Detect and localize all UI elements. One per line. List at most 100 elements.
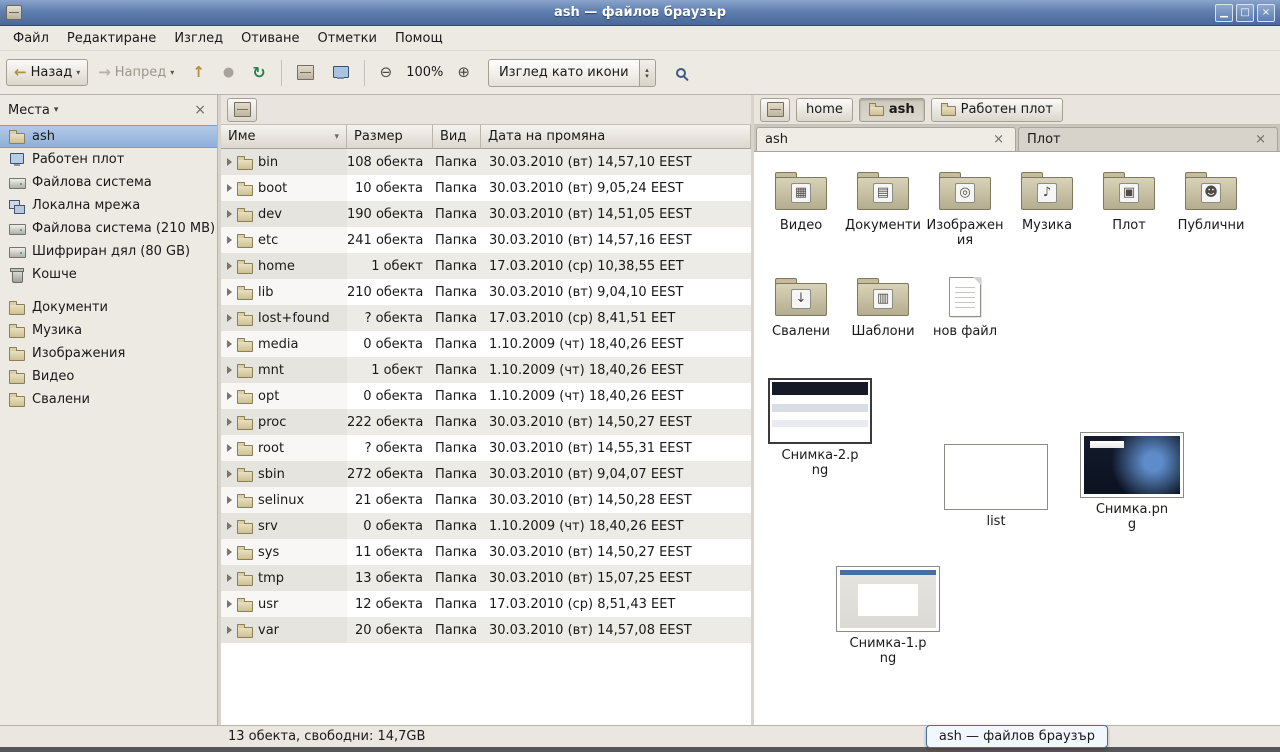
sidebar-item[interactable]: Работен плот xyxy=(0,148,217,171)
table-row[interactable]: lib 210 обекта Папка 30.03.2010 (вт) 9,0… xyxy=(221,279,751,305)
sidebar-item[interactable]: Видео xyxy=(0,365,217,388)
table-row[interactable]: selinux 21 обекта Папка 30.03.2010 (вт) … xyxy=(221,487,751,513)
expander-icon[interactable] xyxy=(227,314,232,322)
expander-icon[interactable] xyxy=(227,470,232,478)
expander-icon[interactable] xyxy=(227,262,232,270)
zoom-out-button[interactable]: ⊖ xyxy=(372,59,401,86)
sidebar-item[interactable]: Музика xyxy=(0,319,217,342)
table-row[interactable]: lost+found ? обекта Папка 17.03.2010 (ср… xyxy=(221,305,751,331)
table-row[interactable]: sbin 272 обекта Папка 30.03.2010 (вт) 9,… xyxy=(221,461,751,487)
loose-file-item[interactable]: list xyxy=(960,444,1032,529)
tab-close-button[interactable]: × xyxy=(1252,133,1269,146)
close-button[interactable]: × xyxy=(1257,4,1275,22)
expander-icon[interactable] xyxy=(227,392,232,400)
path-button[interactable]: home xyxy=(796,98,853,122)
expander-icon[interactable] xyxy=(227,548,232,556)
table-row[interactable]: sys 11 обекта Папка 30.03.2010 (вт) 14,5… xyxy=(221,539,751,565)
menu-item[interactable]: Файл xyxy=(4,28,58,49)
view-mode-select[interactable]: Изглед като икони ▴ ▾ xyxy=(488,59,656,87)
menu-item[interactable]: Изглед xyxy=(165,28,232,49)
sidebar-title[interactable]: Места xyxy=(8,103,50,118)
path-root-button[interactable] xyxy=(760,98,790,122)
expander-icon[interactable] xyxy=(227,366,232,374)
home-button[interactable] xyxy=(289,59,322,86)
expander-icon[interactable] xyxy=(227,288,232,296)
column-header-name[interactable]: Име ▾ xyxy=(221,125,347,149)
tab[interactable]: ash × xyxy=(756,127,1016,151)
expander-icon[interactable] xyxy=(227,600,232,608)
icon-grid-item[interactable]: ♪ Музика xyxy=(1006,168,1088,233)
expander-icon[interactable] xyxy=(227,340,232,348)
table-row[interactable]: root ? обекта Папка 30.03.2010 (вт) 14,5… xyxy=(221,435,751,461)
spinner-icon[interactable]: ▴ ▾ xyxy=(639,60,655,86)
sidebar-item[interactable]: Локална мрежа xyxy=(0,194,217,217)
computer-button[interactable] xyxy=(324,60,357,86)
sidebar-item[interactable]: Изображения xyxy=(0,342,217,365)
tab[interactable]: Плот × xyxy=(1018,127,1278,151)
icon-grid-item[interactable]: ↓ Свалени xyxy=(760,274,842,339)
icon-grid-item[interactable]: ▦ Видео xyxy=(760,168,842,233)
icon-grid-item[interactable]: ▤ Документи xyxy=(842,168,924,233)
back-button[interactable]: ← Назад ▾ xyxy=(6,59,88,86)
table-row[interactable]: media 0 обекта Папка 1.10.2009 (чт) 18,4… xyxy=(221,331,751,357)
tab-close-button[interactable]: × xyxy=(990,133,1007,146)
expander-icon[interactable] xyxy=(227,158,232,166)
table-row[interactable]: etc 241 обекта Папка 30.03.2010 (вт) 14,… xyxy=(221,227,751,253)
expander-icon[interactable] xyxy=(227,236,232,244)
expander-icon[interactable] xyxy=(227,418,232,426)
menu-item[interactable]: Помощ xyxy=(386,28,452,49)
path-button[interactable]: ash xyxy=(859,98,925,122)
sidebar-item[interactable]: Шифриран дял (80 GB) xyxy=(0,240,217,263)
loose-file-item[interactable]: Снимка-2.png xyxy=(764,378,876,478)
icon-grid-item[interactable]: ▣ Плот xyxy=(1088,168,1170,233)
loose-file-item[interactable]: Снимка.png xyxy=(1076,432,1188,532)
menu-item[interactable]: Редактиране xyxy=(58,28,165,49)
menu-item[interactable]: Отиване xyxy=(232,28,308,49)
minimize-button[interactable]: ▁ xyxy=(1215,4,1233,22)
column-header-size[interactable]: Размер xyxy=(347,125,433,149)
table-row[interactable]: usr 12 обекта Папка 17.03.2010 (ср) 8,51… xyxy=(221,591,751,617)
table-row[interactable]: srv 0 обекта Папка 1.10.2009 (чт) 18,40,… xyxy=(221,513,751,539)
path-button[interactable]: Работен плот xyxy=(931,98,1063,122)
maximize-button[interactable]: □ xyxy=(1236,4,1254,22)
table-row[interactable]: bin 108 обекта Папка 30.03.2010 (вт) 14,… xyxy=(221,149,751,175)
menu-item[interactable]: Отметки xyxy=(308,28,385,49)
sidebar-item[interactable]: ash xyxy=(0,125,217,148)
table-row[interactable]: dev 190 обекта Папка 30.03.2010 (вт) 14,… xyxy=(221,201,751,227)
expander-icon[interactable] xyxy=(227,626,232,634)
table-row[interactable]: boot 10 обекта Папка 30.03.2010 (вт) 9,0… xyxy=(221,175,751,201)
titlebar[interactable]: ash — файлов браузър ▁ □ × xyxy=(0,0,1280,26)
loose-file-item[interactable]: Снимка-1.png xyxy=(832,566,944,666)
sidebar-item[interactable]: Файлова система (210 MB) xyxy=(0,217,217,240)
sidebar-item[interactable]: Документи xyxy=(0,296,217,319)
expander-icon[interactable] xyxy=(227,496,232,504)
column-header-type[interactable]: Вид xyxy=(433,125,481,149)
reload-button[interactable]: ↻ xyxy=(244,59,273,87)
table-row[interactable]: tmp 13 обекта Папка 30.03.2010 (вт) 15,0… xyxy=(221,565,751,591)
sidebar-item[interactable]: Свалени xyxy=(0,388,217,411)
back-dropdown-caret-icon[interactable]: ▾ xyxy=(76,68,80,77)
sidebar-caret-icon[interactable]: ▾ xyxy=(54,105,59,115)
search-button[interactable] xyxy=(668,62,694,84)
icon-grid-item[interactable]: ▥ Шаблони xyxy=(842,274,924,339)
table-row[interactable]: opt 0 обекта Папка 1.10.2009 (чт) 18,40,… xyxy=(221,383,751,409)
sidebar-close-button[interactable]: × xyxy=(191,102,209,118)
sidebar-item[interactable]: Кошче xyxy=(0,263,217,286)
table-row[interactable]: proc 222 обекта Папка 30.03.2010 (вт) 14… xyxy=(221,409,751,435)
expander-icon[interactable] xyxy=(227,574,232,582)
expander-icon[interactable] xyxy=(227,522,232,530)
table-row[interactable]: var 20 обекта Папка 30.03.2010 (вт) 14,5… xyxy=(221,617,751,643)
pane-location-button[interactable] xyxy=(227,98,257,122)
icon-canvas[interactable]: ▦ Видео ▤ xyxy=(754,152,1280,725)
expander-icon[interactable] xyxy=(227,184,232,192)
table-row[interactable]: mnt 1 обект Папка 1.10.2009 (чт) 18,40,2… xyxy=(221,357,751,383)
up-button[interactable]: ↑ xyxy=(184,59,213,86)
expander-icon[interactable] xyxy=(227,210,232,218)
icon-grid-item[interactable]: нов файл xyxy=(924,274,1006,339)
sidebar-item[interactable]: Файлова система xyxy=(0,171,217,194)
icon-grid-item[interactable]: ◎ Изображения xyxy=(924,168,1006,248)
icon-grid-item[interactable]: ☻ Публични xyxy=(1170,168,1252,233)
zoom-in-button[interactable]: ⊕ xyxy=(449,59,478,86)
expander-icon[interactable] xyxy=(227,444,232,452)
table-row[interactable]: home 1 обект Папка 17.03.2010 (ср) 10,38… xyxy=(221,253,751,279)
